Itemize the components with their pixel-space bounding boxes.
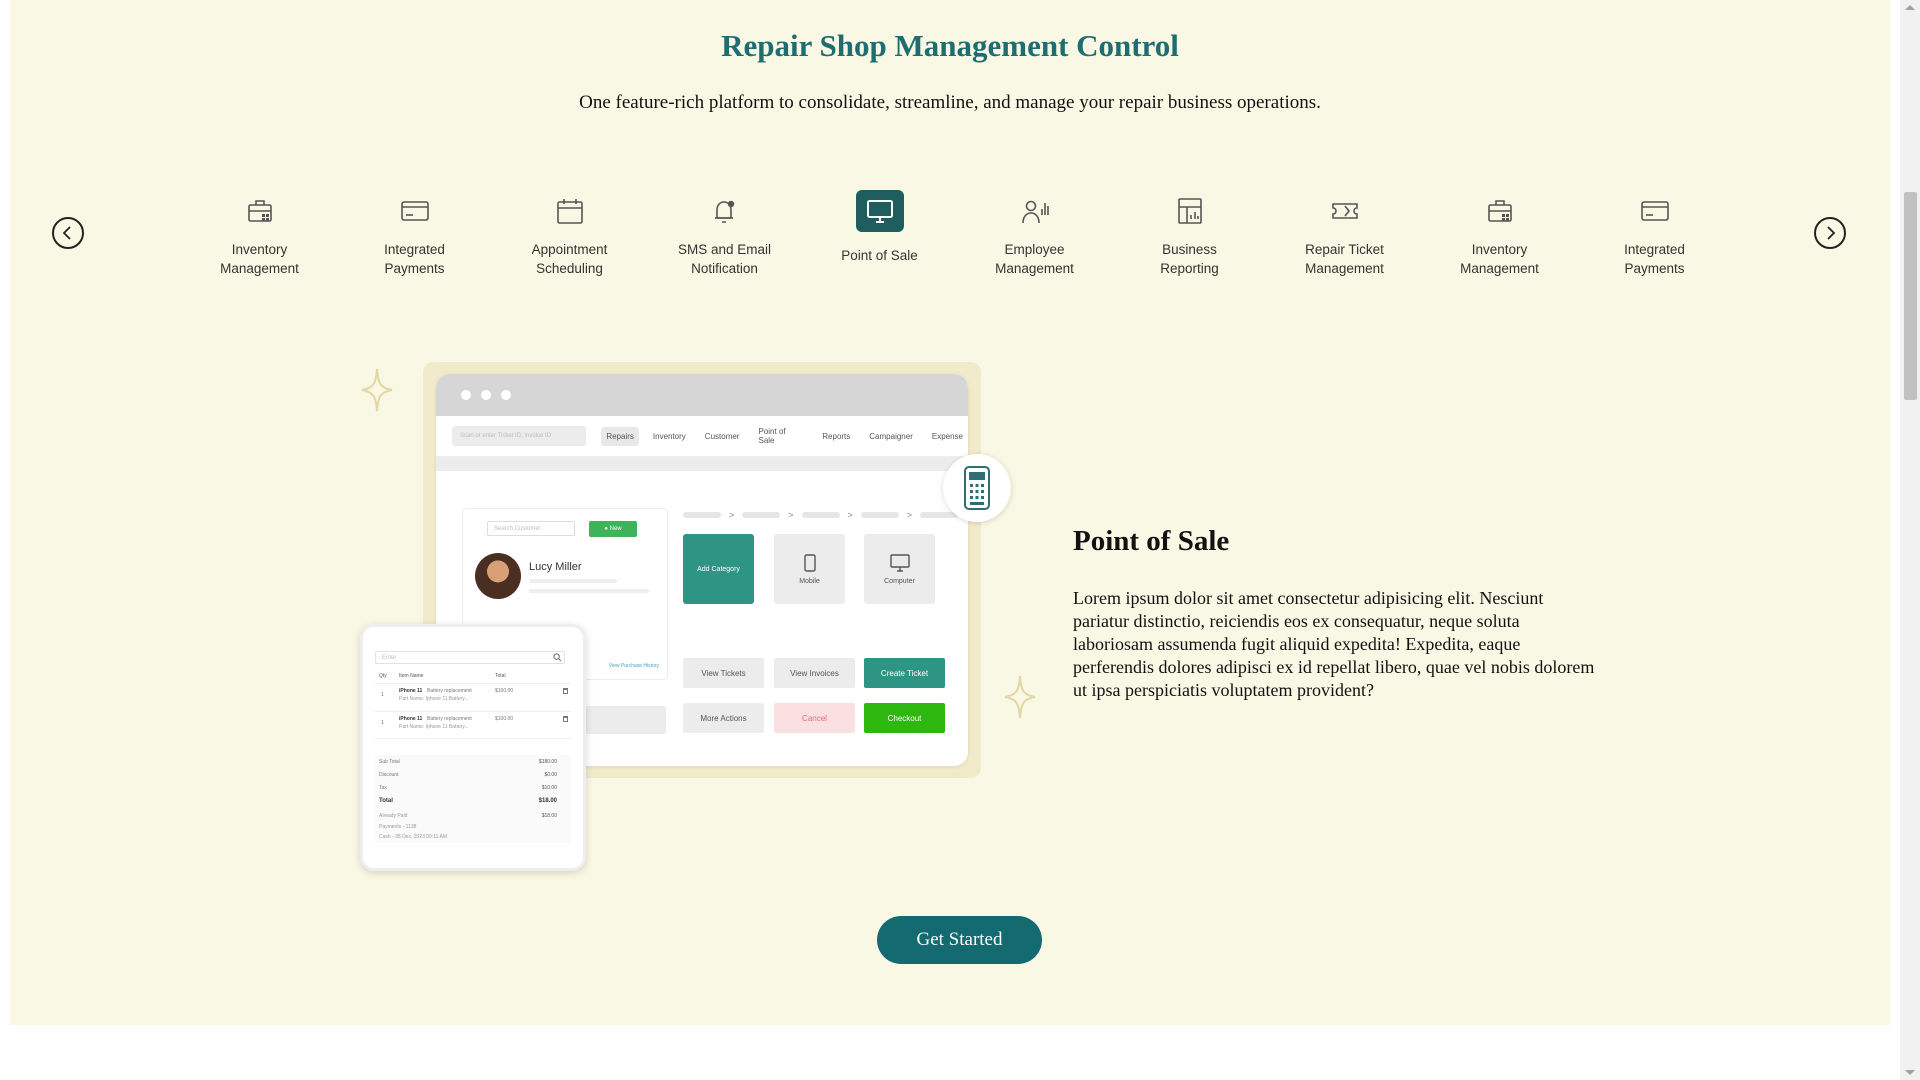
feature-description: Lorem ipsum dolor sit amet consectetur a… bbox=[1073, 588, 1595, 700]
checkout-button: Checkout bbox=[864, 703, 945, 733]
col-total: Total bbox=[495, 673, 506, 679]
nav-campaigner: Campaigner bbox=[869, 431, 913, 441]
feature-label: Appointment Scheduling bbox=[531, 242, 608, 276]
phone-enter-input: Enter bbox=[375, 651, 565, 664]
trash-icon bbox=[563, 716, 568, 722]
feature-item[interactable]: Inventory Management bbox=[1422, 190, 1577, 278]
scroll-down-arrow[interactable] bbox=[1905, 1070, 1915, 1075]
breadcrumb: > > > > bbox=[683, 510, 959, 520]
page-title: Repair Shop Management Control bbox=[721, 28, 1179, 63]
app-nav: Scan or enter Ticket ID, Invoice ID Repa… bbox=[436, 416, 968, 457]
report-icon bbox=[1166, 190, 1214, 232]
app-search-input: Scan or enter Ticket ID, Invoice ID bbox=[452, 426, 587, 446]
feature-item[interactable]: Repair Ticket Management bbox=[1267, 190, 1422, 278]
nav-customer: Customer bbox=[704, 431, 740, 441]
feature-label: Point of Sale bbox=[841, 248, 918, 263]
nav-inventory: Inventory bbox=[652, 431, 686, 441]
toolbar-band bbox=[436, 457, 968, 471]
view-tickets-button: View Tickets bbox=[683, 658, 764, 688]
sparkle-icon bbox=[1004, 675, 1036, 719]
chevron-right-icon bbox=[1827, 226, 1836, 240]
feature-label: Integrated Payments bbox=[1624, 242, 1685, 276]
card-terminal-icon bbox=[964, 466, 990, 510]
ticket-icon bbox=[1321, 190, 1369, 232]
feature-item[interactable]: SMS and Email Notification bbox=[647, 190, 802, 278]
briefcase-grid-icon bbox=[1476, 190, 1524, 232]
chevron-left-icon bbox=[62, 226, 71, 240]
summary-panel: Sub Total $180.00 Discount $0.00 Tax $10… bbox=[375, 755, 571, 843]
feature-title: Point of Sale bbox=[1073, 525, 1230, 557]
phone-mockup: Enter Qty Item Name Total 1 iPhone 11 Ba… bbox=[360, 624, 586, 871]
table-row: 1 iPhone 11 Battery replacement Part Nam… bbox=[375, 711, 571, 739]
feature-item[interactable]: Employee Management bbox=[957, 190, 1112, 278]
feature-label: SMS and Email Notification bbox=[677, 242, 772, 276]
window-dot bbox=[501, 390, 511, 400]
mobile-tile: Mobile bbox=[774, 534, 845, 604]
briefcase-grid-icon bbox=[236, 190, 284, 232]
computer-icon bbox=[889, 553, 910, 572]
pos-illustration: Scan or enter Ticket ID, Invoice ID Repa… bbox=[360, 362, 1040, 872]
feature-label: Inventory Management bbox=[220, 242, 299, 276]
window-dot bbox=[461, 390, 471, 400]
feature-label: Repair Ticket Management bbox=[1305, 242, 1384, 276]
computer-tile: Computer bbox=[864, 534, 935, 604]
card-terminal-badge bbox=[943, 454, 1011, 522]
features-section: Repair Shop Management Control One featu… bbox=[10, 0, 1890, 1025]
feature-item[interactable]: Integrated Payments bbox=[1577, 190, 1732, 278]
feature-label: Employee Management bbox=[995, 242, 1074, 276]
feature-item[interactable]: Integrated Payments bbox=[337, 190, 492, 278]
scrollbar-thumb[interactable] bbox=[1904, 192, 1917, 400]
view-purchase-history-link: View Purchase History bbox=[608, 663, 659, 669]
cancel-button: Cancel bbox=[774, 703, 855, 733]
scroll-up-arrow[interactable] bbox=[1905, 5, 1915, 10]
get-started-button[interactable]: Get Started bbox=[877, 916, 1042, 964]
credit-card-icon bbox=[391, 190, 439, 232]
nav-point-of-sale: Point of Sale bbox=[758, 427, 786, 445]
feature-item[interactable]: Business Reporting bbox=[1112, 190, 1267, 278]
feature-label: Inventory Management bbox=[1460, 242, 1539, 276]
customer-name: Lucy Miller bbox=[529, 561, 582, 573]
sparkle-icon bbox=[361, 368, 393, 412]
bell-icon bbox=[701, 190, 749, 232]
customer-search: Search Customer bbox=[487, 521, 575, 536]
carousel-prev-button[interactable] bbox=[52, 217, 84, 249]
table-row: 1 iPhone 11 Battery replacement Part Nam… bbox=[375, 683, 571, 710]
mobile-icon bbox=[803, 553, 816, 572]
new-customer-button: ● New bbox=[589, 521, 637, 537]
placeholder-line bbox=[529, 579, 617, 583]
view-invoices-button: View Invoices bbox=[774, 658, 855, 688]
nav-repairs: Repairs bbox=[601, 426, 639, 446]
create-ticket-button: Create Ticket bbox=[864, 658, 945, 688]
add-category-tile: Add Category bbox=[683, 534, 754, 604]
monitor-icon bbox=[855, 190, 904, 232]
nav-expense: Expense bbox=[931, 431, 963, 441]
col-qty: Qty bbox=[379, 673, 387, 679]
more-actions-button: More Actions bbox=[683, 703, 764, 733]
trash-icon bbox=[563, 688, 568, 694]
vertical-scrollbar[interactable] bbox=[1900, 0, 1920, 1080]
feature-carousel: Inventory Management Integrated Payments A… bbox=[182, 190, 1732, 278]
carousel-next-button[interactable] bbox=[1814, 217, 1846, 249]
feature-label: Integrated Payments bbox=[384, 242, 445, 276]
window-dot bbox=[481, 390, 491, 400]
gray-button-placeholder bbox=[576, 706, 666, 734]
col-item-name: Item Name bbox=[399, 673, 424, 679]
calendar-icon bbox=[546, 190, 594, 232]
search-icon bbox=[553, 653, 562, 662]
feature-item[interactable]: Appointment Scheduling bbox=[492, 190, 647, 278]
window-titlebar bbox=[436, 374, 968, 416]
avatar bbox=[475, 553, 521, 599]
feature-item[interactable]: Point of Sale bbox=[802, 190, 957, 278]
feature-item[interactable]: Inventory Management bbox=[182, 190, 337, 278]
employee-icon bbox=[1011, 190, 1059, 232]
page-subtitle: One feature-rich platform to consolidate… bbox=[579, 92, 1321, 113]
feature-label: Business Reporting bbox=[1160, 242, 1219, 276]
placeholder-line bbox=[529, 589, 649, 593]
credit-card-icon bbox=[1631, 190, 1679, 232]
nav-reports: Reports bbox=[822, 431, 851, 441]
